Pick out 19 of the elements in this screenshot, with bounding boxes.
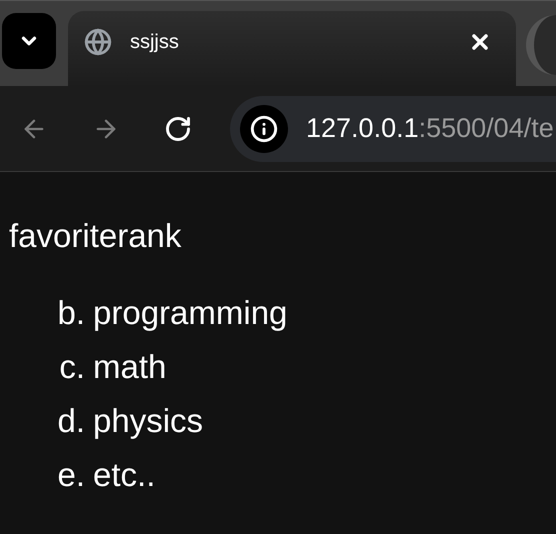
info-icon — [250, 114, 278, 142]
reload-button[interactable] — [164, 114, 192, 142]
list-marker: c. — [58, 347, 86, 388]
list-item: etc.. — [93, 455, 156, 496]
list-item: physics — [93, 401, 204, 442]
reload-icon — [164, 114, 192, 142]
site-info-button[interactable] — [240, 104, 288, 152]
list-item: math — [93, 347, 166, 388]
tab-title: ssjjss — [130, 30, 179, 55]
page-heading: favoriterank — [9, 216, 182, 256]
list-marker: b. — [56, 293, 86, 334]
address-bar[interactable]: 127.0.0.1:5500/04/te — [230, 96, 556, 162]
tab-list-button[interactable] — [2, 13, 56, 69]
list-item: programming — [93, 293, 288, 334]
url-text: 127.0.0.1:5500/04/te — [306, 112, 554, 146]
list-marker: e. — [56, 455, 86, 496]
globe-icon — [84, 28, 112, 56]
browser-tab[interactable]: ssjjss — [68, 11, 516, 87]
list-marker: d. — [56, 401, 86, 442]
